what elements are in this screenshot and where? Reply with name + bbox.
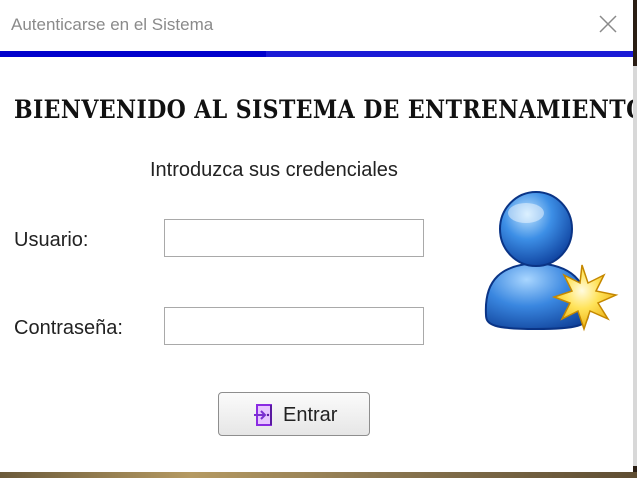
close-button[interactable] [597, 13, 619, 35]
enter-button-label: Entrar [283, 404, 338, 426]
login-window: Autenticarse en el Sistema BIENVENIDO AL… [0, 0, 637, 478]
window-title: Autenticarse en el Sistema [11, 15, 214, 34]
enter-button[interactable]: Entrar [218, 392, 370, 436]
door-enter-icon [254, 404, 272, 426]
username-label: Usuario: [14, 229, 89, 251]
password-input[interactable] [164, 307, 424, 345]
background-strip [0, 472, 637, 478]
credentials-prompt: Introduzca sus credenciales [150, 159, 398, 181]
welcome-heading: BIENVENIDO AL SISTEMA DE ENTRENAMIENTO [14, 95, 637, 125]
title-bar: Autenticarse en el Sistema [0, 0, 633, 52]
close-icon [599, 15, 617, 33]
password-label: Contraseña: [14, 317, 123, 339]
window-edge-inner [633, 66, 637, 466]
username-input[interactable] [164, 219, 424, 257]
user-star-icon [484, 191, 619, 332]
login-panel: BIENVENIDO AL SISTEMA DE ENTRENAMIENTO I… [0, 57, 637, 472]
